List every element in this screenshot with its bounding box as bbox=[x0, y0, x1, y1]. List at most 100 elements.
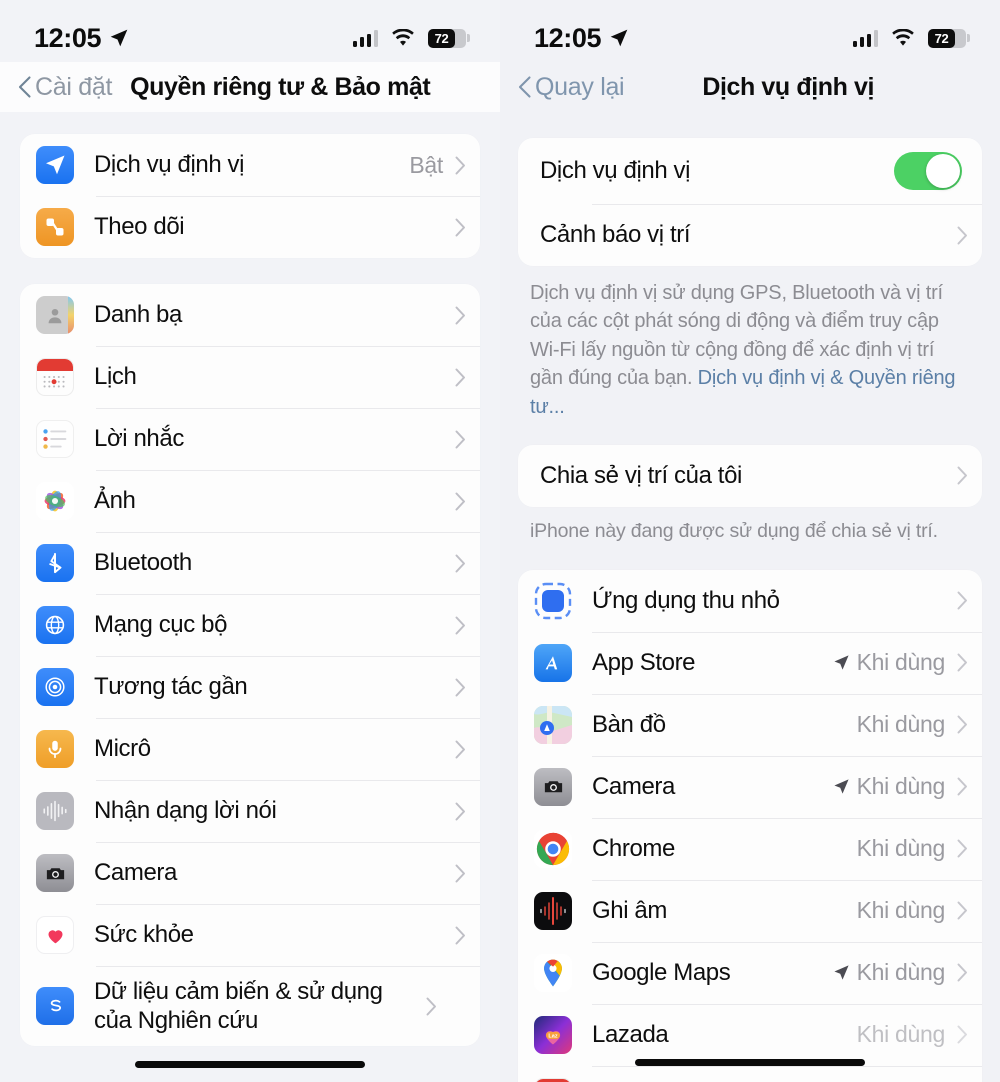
row-value: Khi dùng bbox=[856, 711, 946, 738]
location-arrow-icon bbox=[834, 655, 849, 670]
battery-icon: 72 bbox=[928, 28, 970, 48]
dual-screenshot-container: 12:05 72 Cài đặt Quyền riêng tư & Bảo mậ… bbox=[0, 0, 1000, 1082]
wifi-icon bbox=[392, 29, 414, 46]
nav-bar-right: Quay lại Dịch vụ định vị bbox=[500, 62, 1000, 112]
row-location-alerts[interactable]: Cảnh báo vị trí bbox=[518, 204, 982, 266]
location-services-group: Dịch vụ định vị Cảnh báo vị trí bbox=[518, 138, 982, 266]
row-label: Bàn đồ bbox=[592, 711, 666, 738]
row-microphone[interactable]: Micrô bbox=[20, 718, 480, 780]
row-location-services[interactable]: Dịch vụ định vị Bật bbox=[20, 134, 480, 196]
row-label: Chrome bbox=[592, 835, 675, 862]
row-label: Chia sẻ vị trí của tôi bbox=[540, 462, 742, 490]
left-content: Dịch vụ định vị Bật Theo dõi Danh bạ Lịc… bbox=[0, 134, 500, 1046]
row-health[interactable]: Sức khỏe bbox=[20, 904, 480, 966]
microphone-icon bbox=[36, 730, 74, 768]
status-bar-right: 12:05 72 bbox=[500, 0, 1000, 62]
row-label: Tương tác gần bbox=[94, 673, 248, 701]
lazada-icon: Laz bbox=[534, 1015, 572, 1054]
chevron-right-icon bbox=[957, 777, 967, 796]
row-photos[interactable]: Ảnh bbox=[20, 470, 480, 532]
chrome-icon bbox=[534, 829, 572, 868]
voice-memos-icon bbox=[534, 891, 572, 930]
row-bluetooth[interactable]: Bluetooth bbox=[20, 532, 480, 594]
chevron-right-icon bbox=[455, 306, 465, 324]
footnote-location-services: Dịch vụ định vị sử dụng GPS, Bluetooth v… bbox=[518, 266, 982, 421]
row-label: Cảnh báo vị trí bbox=[540, 221, 691, 249]
row-speech-recognition[interactable]: Nhận dạng lời nói bbox=[20, 780, 480, 842]
row-value: Bật bbox=[409, 151, 443, 178]
row-value: Khi dùng bbox=[856, 773, 946, 800]
chevron-right-icon bbox=[455, 218, 465, 236]
row-app-store[interactable]: App Store Khi dùng bbox=[518, 631, 982, 694]
chevron-right-icon bbox=[957, 715, 967, 734]
row-label: Lazada bbox=[592, 1021, 669, 1048]
row-location-services-toggle[interactable]: Dịch vụ định vị bbox=[518, 138, 982, 204]
row-app-clips[interactable]: Ứng dụng thu nhỏ bbox=[518, 570, 982, 632]
row-voice-memos[interactable]: Ghi âm Khi dùng bbox=[518, 879, 982, 942]
maps-icon bbox=[534, 705, 572, 744]
row-label: Dịch vụ định vị bbox=[540, 157, 691, 185]
chevron-right-icon bbox=[455, 678, 465, 696]
status-bar-left: 12:05 72 bbox=[0, 0, 500, 62]
row-calendar[interactable]: Lịch Khi dùng bbox=[518, 1065, 982, 1082]
row-research-sensor[interactable]: Dữ liệu cảm biến & sử dụng của Nghiên cứ… bbox=[20, 966, 480, 1046]
chevron-right-icon bbox=[455, 802, 465, 820]
row-label: Camera bbox=[94, 859, 177, 887]
app-clips-icon bbox=[534, 582, 572, 620]
row-calendar[interactable]: Lịch bbox=[20, 346, 480, 408]
chevron-left-icon bbox=[518, 76, 531, 98]
row-value: Khi dùng bbox=[856, 835, 946, 862]
row-nearby-interactions[interactable]: Tương tác gần bbox=[20, 656, 480, 718]
row-local-network[interactable]: Mạng cục bộ bbox=[20, 594, 480, 656]
row-camera[interactable]: Camera bbox=[20, 842, 480, 904]
wifi-icon bbox=[892, 29, 914, 46]
back-button-quaylai[interactable]: Quay lại bbox=[518, 73, 625, 102]
photos-icon bbox=[36, 482, 74, 520]
local-network-icon bbox=[36, 606, 74, 644]
row-camera[interactable]: Camera Khi dùng bbox=[518, 755, 982, 818]
row-contacts[interactable]: Danh bạ bbox=[20, 284, 480, 346]
row-maps[interactable]: Bàn đồ Khi dùng bbox=[518, 693, 982, 756]
chevron-right-icon bbox=[957, 653, 967, 672]
home-indicator-left bbox=[135, 1061, 365, 1068]
row-chrome[interactable]: Chrome Khi dùng bbox=[518, 817, 982, 880]
bluetooth-icon bbox=[36, 544, 74, 582]
chevron-right-icon bbox=[957, 901, 967, 920]
row-label: Dịch vụ định vị bbox=[94, 151, 245, 179]
row-label: Nhận dạng lời nói bbox=[94, 797, 277, 825]
row-label: Sức khỏe bbox=[94, 921, 194, 949]
row-value-wrap: Khi dùng bbox=[833, 959, 955, 986]
location-arrow-icon bbox=[834, 779, 849, 794]
row-label: Lời nhắc bbox=[94, 425, 184, 453]
chevron-right-icon bbox=[455, 368, 465, 386]
row-share-my-location[interactable]: Chia sẻ vị trí của tôi bbox=[518, 445, 982, 507]
chevron-right-icon bbox=[957, 226, 967, 244]
calendar-icon bbox=[36, 358, 74, 396]
row-tracking[interactable]: Theo dõi bbox=[20, 196, 480, 258]
battery-percent-label: 72 bbox=[934, 30, 949, 46]
location-services-toggle[interactable] bbox=[894, 152, 962, 190]
back-button-settings[interactable]: Cài đặt bbox=[18, 73, 112, 102]
chevron-right-icon bbox=[455, 554, 465, 572]
row-value: Khi dùng bbox=[856, 1021, 946, 1048]
location-arrow-icon bbox=[834, 965, 849, 980]
chevron-right-icon bbox=[455, 616, 465, 634]
tracking-icon bbox=[36, 208, 74, 246]
row-label: Theo dõi bbox=[94, 213, 185, 241]
row-reminders[interactable]: Lời nhắc bbox=[20, 408, 480, 470]
right-phone-screen: 12:05 72 Quay lại Dịch vụ định vị Dịch v… bbox=[500, 0, 1000, 1082]
chevron-right-icon bbox=[455, 926, 465, 944]
chevron-right-icon bbox=[455, 156, 465, 174]
battery-icon: 72 bbox=[428, 28, 470, 48]
row-label: Google Maps bbox=[592, 959, 731, 986]
cellular-bars-icon bbox=[352, 30, 378, 47]
chevron-right-icon bbox=[957, 1025, 967, 1044]
apps-group: Ứng dụng thu nhỏ App Store Khi dùng Bàn … bbox=[518, 569, 982, 1082]
row-label: Dữ liệu cảm biến & sử dụng của Nghiên cứ… bbox=[94, 977, 383, 1034]
camera-icon bbox=[36, 854, 74, 892]
row-google-maps[interactable]: Google Maps Khi dùng bbox=[518, 941, 982, 1004]
row-lazada[interactable]: Laz Lazada Khi dùng bbox=[518, 1003, 982, 1066]
row-label: Micrô bbox=[94, 735, 151, 763]
page-title-left: Quyền riêng tư & Bảo mật bbox=[130, 72, 431, 101]
footnote-share-location: iPhone này đang được sử dụng để chia sẻ … bbox=[530, 519, 938, 542]
